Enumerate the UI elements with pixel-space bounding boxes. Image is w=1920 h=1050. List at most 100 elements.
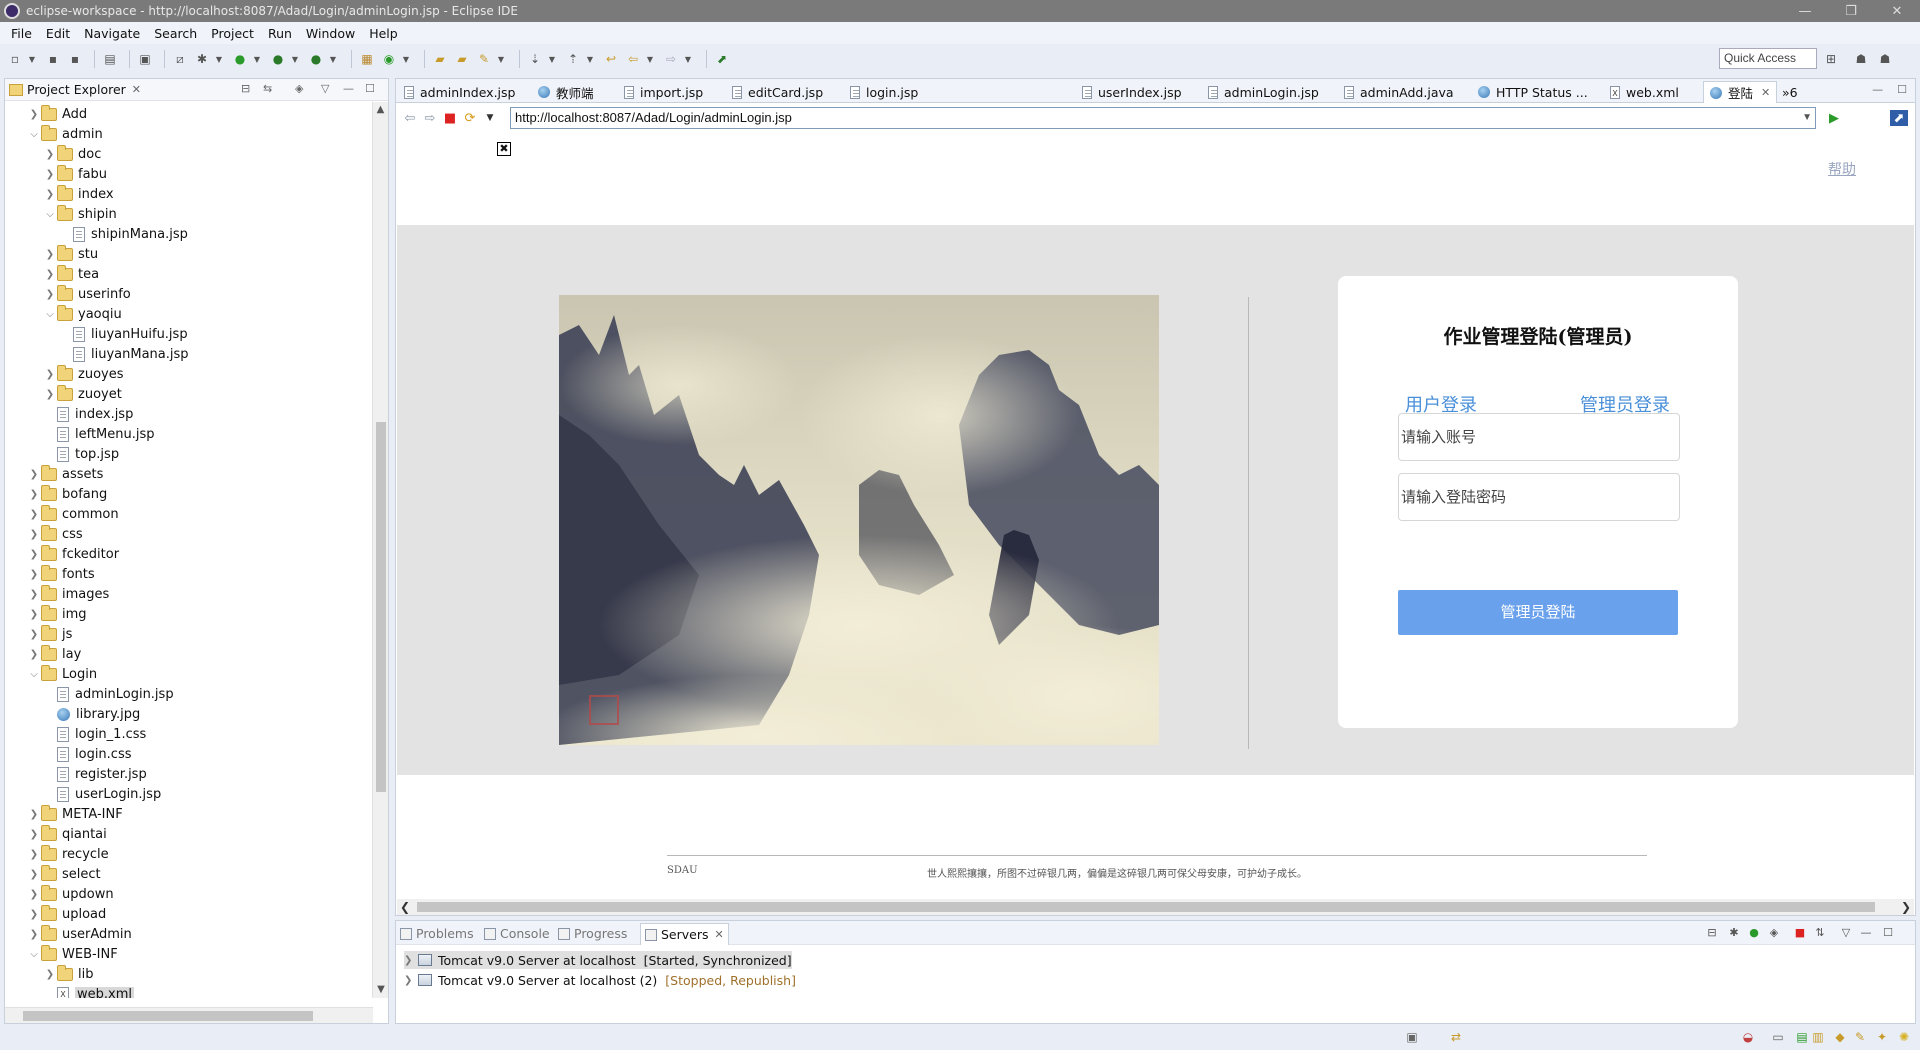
tree-item-bofang[interactable]: ❯ bofang xyxy=(27,484,107,504)
open-perspective-icon[interactable]: ⊞ xyxy=(1822,50,1840,68)
task-icon[interactable]: ▭ xyxy=(1770,1030,1786,1046)
chevron-right-icon[interactable]: ❯ xyxy=(27,829,41,840)
scroll-thumb[interactable] xyxy=(376,422,386,792)
scroll-right-icon[interactable]: ❯ xyxy=(1898,899,1914,915)
tab-adminadd-java[interactable]: adminAdd.java xyxy=(1344,82,1454,102)
tree-item-shipinmana-jsp[interactable]: ❯shipinMana.jsp xyxy=(59,224,188,244)
tree-item-fabu[interactable]: ❯ fabu xyxy=(43,164,107,184)
debug-icon[interactable]: ✱ xyxy=(193,50,211,68)
tree-item-userlogin-jsp[interactable]: ❯userLogin.jsp xyxy=(43,784,161,804)
back-dropdown-icon[interactable]: ▼ xyxy=(646,50,654,68)
tree-item-useradmin[interactable]: ❯ userAdmin xyxy=(27,924,132,944)
tree-item-img[interactable]: ❯ img xyxy=(27,604,87,624)
profile-server-icon[interactable]: ◈ xyxy=(1766,926,1782,942)
chevron-right-icon[interactable]: ❯ xyxy=(27,809,41,820)
search-dropdown-icon[interactable]: ▼ xyxy=(497,50,505,68)
tab-servers[interactable]: Servers ✕ xyxy=(640,923,729,945)
chevron-down-icon[interactable]: ⌵ xyxy=(27,669,41,680)
tree-item-lay[interactable]: ❯ lay xyxy=(27,644,81,664)
chevron-right-icon[interactable]: ❯ xyxy=(27,589,41,600)
run-dropdown-icon[interactable]: ▼ xyxy=(253,50,261,68)
tree-item-liuyanhuifu-jsp[interactable]: ❯liuyanHuifu.jsp xyxy=(59,324,188,344)
external-tools-dropdown-icon[interactable]: ▼ xyxy=(329,50,337,68)
chevron-right-icon[interactable]: ❯ xyxy=(27,909,41,920)
quick-access-field[interactable]: Quick Access xyxy=(1719,48,1817,69)
browser-forward-icon[interactable]: ⇨ xyxy=(420,111,440,126)
chevron-down-icon[interactable]: ⌵ xyxy=(27,949,41,960)
terminal-icon[interactable]: ▣ xyxy=(136,50,154,68)
tree-item-index-jsp[interactable]: ❯index.jsp xyxy=(43,404,133,424)
close-tab-icon[interactable]: ✕ xyxy=(715,928,724,941)
tree-item-doc[interactable]: ❯ doc xyxy=(43,144,101,164)
chevron-right-icon[interactable]: ❯ xyxy=(27,849,41,860)
tree-item-add[interactable]: ❯ Add xyxy=(27,104,87,124)
menu-project[interactable]: Project xyxy=(204,26,261,41)
scroll-down-icon[interactable]: ▼ xyxy=(373,982,389,998)
tree-item-admin[interactable]: ⌵ admin xyxy=(27,124,103,144)
chevron-right-icon[interactable]: ❯ xyxy=(27,509,41,520)
tree-vertical-scrollbar[interactable]: ▲ ▼ xyxy=(372,102,388,998)
debug-server-icon[interactable]: ✱ xyxy=(1726,926,1742,942)
page-horizontal-scrollbar[interactable]: ❮ ❯ xyxy=(397,899,1914,915)
view-menu-icon[interactable]: ▽ xyxy=(1838,926,1854,942)
search-icon[interactable]: ✎ xyxy=(475,50,493,68)
maximize-editor-icon[interactable]: ☐ xyxy=(1897,83,1907,96)
chevron-right-icon[interactable]: ❯ xyxy=(27,929,41,940)
tab-http-status[interactable]: HTTP Status ... xyxy=(1478,82,1588,102)
open-external-browser-icon[interactable]: ⬈ xyxy=(1890,110,1908,126)
tree-item-adminlogin-jsp[interactable]: ❯adminLogin.jsp xyxy=(43,684,174,704)
tree-item-library-jpg[interactable]: ❯library.jpg xyxy=(43,704,140,724)
chevron-right-icon[interactable]: ❯ xyxy=(27,629,41,640)
java-ee-perspective-icon[interactable]: ☗ xyxy=(1852,50,1870,68)
tab-import-jsp[interactable]: import.jsp xyxy=(624,82,703,102)
server-row[interactable]: ❯ Tomcat v9.0 Server at localhost [Start… xyxy=(404,951,792,969)
prev-annotation-icon[interactable]: ⇡ xyxy=(564,50,582,68)
tree-item-login-css[interactable]: ❯login.css xyxy=(43,744,132,764)
forward-dropdown-icon[interactable]: ▼ xyxy=(684,50,692,68)
chevron-right-icon[interactable]: ❯ xyxy=(27,569,41,580)
menu-run[interactable]: Run xyxy=(261,26,299,41)
chevron-right-icon[interactable]: ❯ xyxy=(43,269,57,280)
tree-item-select[interactable]: ❯ select xyxy=(27,864,101,884)
menu-search[interactable]: Search xyxy=(147,26,204,41)
tree-item-yaoqiu[interactable]: ⌵ yaoqiu xyxy=(43,304,122,324)
chevron-down-icon[interactable]: ⌵ xyxy=(43,209,57,220)
browser-refresh-icon[interactable]: ⟳ xyxy=(460,111,480,126)
browser-back-icon[interactable]: ⇦ xyxy=(400,111,420,126)
new-icon[interactable]: ▫ xyxy=(6,50,24,68)
tree-item-updown[interactable]: ❯ updown xyxy=(27,884,114,904)
focus-icon[interactable]: ◈ xyxy=(295,82,303,95)
maximize-button[interactable]: ❐ xyxy=(1828,4,1874,19)
open-task-icon[interactable]: ▰ xyxy=(453,50,471,68)
tab-login-jsp[interactable]: login.jsp xyxy=(850,82,918,102)
tree-item-login[interactable]: ⌵ Login xyxy=(27,664,97,684)
chevron-right-icon[interactable]: ❯ xyxy=(43,289,57,300)
menu-edit[interactable]: Edit xyxy=(39,26,77,41)
chevron-right-icon[interactable]: ❯ xyxy=(43,369,57,380)
settings-icon[interactable]: ✦ xyxy=(1874,1030,1890,1046)
minimize-editor-icon[interactable]: — xyxy=(1872,83,1883,96)
tree-item-css[interactable]: ❯ css xyxy=(27,524,83,544)
tree-item-index[interactable]: ❯ index xyxy=(43,184,114,204)
open-type-icon[interactable]: ▰ xyxy=(431,50,449,68)
tab-teacher-browser[interactable]: 教师端 xyxy=(538,82,594,102)
java-perspective-icon[interactable]: ☗ xyxy=(1876,50,1894,68)
chevron-down-icon[interactable]: ⌵ xyxy=(43,309,57,320)
collapse-all-icon[interactable]: ⊟ xyxy=(1704,926,1720,942)
chevron-right-icon[interactable]: ❯ xyxy=(27,609,41,620)
tree-item-web-inf[interactable]: ⌵ WEB-INF xyxy=(27,944,118,964)
chevron-right-icon[interactable]: ❯ xyxy=(43,969,57,980)
workspace-icon[interactable]: ▣ xyxy=(1404,1030,1420,1046)
new-class-icon[interactable]: ◉ xyxy=(380,50,398,68)
menu-file[interactable]: File xyxy=(4,26,39,41)
maximize-view-icon[interactable]: ☐ xyxy=(1880,926,1896,942)
print-icon[interactable]: ▤ xyxy=(101,50,119,68)
chevron-right-icon[interactable]: ❯ xyxy=(43,149,57,160)
save-all-icon[interactable]: ▪ xyxy=(66,50,84,68)
debug-dropdown-icon[interactable]: ▼ xyxy=(215,50,223,68)
server-row[interactable]: ❯ Tomcat v9.0 Server at localhost (2) [S… xyxy=(404,971,796,989)
open-external-icon[interactable]: ⬈ xyxy=(713,50,731,68)
save-icon[interactable]: ▪ xyxy=(44,50,62,68)
tab-editcard-jsp[interactable]: editCard.jsp xyxy=(732,82,823,102)
chevron-right-icon[interactable]: ❯ xyxy=(43,389,57,400)
